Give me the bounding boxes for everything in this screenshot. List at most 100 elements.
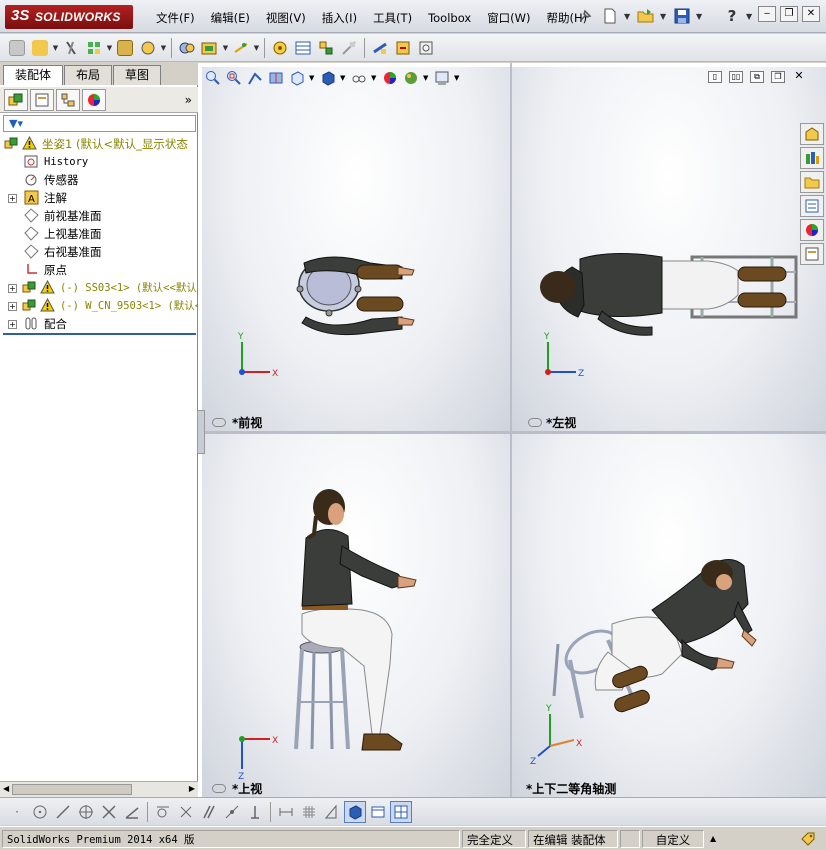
tree-item-origin[interactable]: 原点 xyxy=(0,261,198,279)
mate-icon[interactable] xyxy=(60,37,82,59)
move-component-icon[interactable] xyxy=(137,37,159,59)
custom-properties-icon[interactable] xyxy=(800,243,824,265)
menu-file[interactable]: 文件(F) xyxy=(148,9,203,27)
centerpoint-icon[interactable] xyxy=(75,801,97,823)
configuration-manager-icon[interactable] xyxy=(56,88,80,111)
file-explorer-icon[interactable] xyxy=(800,171,824,193)
tree-item-front-plane[interactable]: 前视基准面 xyxy=(0,207,198,225)
rebuild-tag-icon[interactable] xyxy=(800,831,816,850)
viewport-top[interactable]: Z X *上视 xyxy=(202,434,510,797)
assembly-features-icon[interactable] xyxy=(199,37,221,59)
open-dropdown-icon[interactable]: ▼ xyxy=(660,12,668,21)
exploded-view-icon[interactable] xyxy=(315,37,337,59)
close-icon[interactable]: ✕ xyxy=(802,6,820,22)
bill-of-materials-icon[interactable] xyxy=(292,37,314,59)
filter-icon[interactable]: ▼▾ xyxy=(9,117,23,130)
solidworks-resources-icon[interactable] xyxy=(800,123,824,145)
link-views-icon[interactable] xyxy=(212,784,226,793)
interference-detection-icon[interactable] xyxy=(369,37,391,59)
zoom-to-area-icon[interactable] xyxy=(225,69,243,87)
clearance-verification-icon[interactable] xyxy=(392,37,414,59)
intersection-icon[interactable] xyxy=(98,801,120,823)
feature-manager-icon[interactable] xyxy=(4,88,28,111)
viewport-left[interactable]: Y Z *左视 xyxy=(512,67,826,431)
display-manager-icon[interactable] xyxy=(82,88,106,111)
units-dropdown-icon[interactable]: ▲ xyxy=(706,830,726,848)
angle-icon[interactable] xyxy=(121,801,143,823)
viewport-isometric[interactable]: Y X Z *上下二等角轴测 xyxy=(512,434,826,797)
view-palette-icon[interactable] xyxy=(800,195,824,217)
link-views-icon[interactable] xyxy=(212,418,226,427)
perpendicular-icon[interactable] xyxy=(175,801,197,823)
menu-edit[interactable]: 编辑(E) xyxy=(203,9,258,27)
new-part-icon[interactable] xyxy=(29,37,51,59)
minimize-icon[interactable]: ‒ xyxy=(758,6,776,22)
apply-scene-icon[interactable] xyxy=(402,69,420,87)
panel-collapse-handle[interactable] xyxy=(197,410,205,454)
features-dropdown-icon[interactable]: ▼ xyxy=(222,44,229,52)
circle-icon[interactable] xyxy=(29,801,51,823)
scroll-right-icon[interactable]: ▶ xyxy=(189,784,195,793)
reference-dropdown-icon[interactable]: ▼ xyxy=(253,44,260,52)
pattern-dropdown-icon[interactable]: ▼ xyxy=(106,44,113,52)
help-dropdown-icon[interactable]: ▼ xyxy=(746,12,754,21)
tree-filter[interactable]: ▼▾ xyxy=(3,115,196,132)
display-style-icon[interactable] xyxy=(319,69,337,87)
tree-item-component-ss03[interactable]: + (-) SS03<1> (默认<<默认 xyxy=(0,279,198,297)
new-document-icon[interactable] xyxy=(599,6,621,26)
new-dropdown-icon[interactable]: ▼ xyxy=(624,12,632,21)
scene-dropdown-icon[interactable]: ▼ xyxy=(423,74,430,82)
edit-appearance-icon[interactable] xyxy=(381,69,399,87)
scroll-left-icon[interactable]: ◀ xyxy=(3,784,9,793)
explode-line-sketch-icon[interactable] xyxy=(338,37,360,59)
close-viewport-icon[interactable]: ✕ xyxy=(792,70,806,83)
expand-panel-icon[interactable]: » xyxy=(185,93,192,107)
midpoint-icon[interactable] xyxy=(221,801,243,823)
view-orientation-icon[interactable] xyxy=(288,69,306,87)
hide-show-items-icon[interactable] xyxy=(350,69,368,87)
restore-viewport-icon[interactable]: ❐ xyxy=(771,71,785,83)
solidworks-logo[interactable]: 3S SOLIDWORKS xyxy=(5,5,133,29)
new-part-dropdown-icon[interactable]: ▼ xyxy=(52,44,59,52)
tab-layout[interactable]: 布局 xyxy=(64,65,113,85)
property-manager-icon[interactable] xyxy=(30,88,54,111)
single-view-layout-icon[interactable] xyxy=(367,801,389,823)
viewport-splitter-horizontal[interactable] xyxy=(198,431,826,434)
design-library-icon[interactable] xyxy=(800,147,824,169)
hole-alignment-icon[interactable] xyxy=(415,37,437,59)
insert-component-icon[interactable] xyxy=(6,37,28,59)
expand-toggle[interactable]: + xyxy=(8,302,17,311)
tab-assembly[interactable]: 装配体 xyxy=(3,65,64,85)
menu-toolbox[interactable]: Toolbox xyxy=(420,9,479,27)
view-orientation-dropdown-icon[interactable]: ▼ xyxy=(309,74,316,82)
single-view-icon[interactable]: ▯ xyxy=(708,71,722,83)
status-custom-units[interactable]: 自定义 xyxy=(642,830,704,848)
expand-toggle[interactable]: + xyxy=(8,320,17,329)
save-dropdown-icon[interactable]: ▼ xyxy=(696,12,704,21)
viewport-front[interactable]: Y X *前视 xyxy=(202,67,510,431)
two-view-icon[interactable]: ▯▯ xyxy=(729,71,743,83)
tangent-icon[interactable] xyxy=(152,801,174,823)
pin-icon[interactable] xyxy=(574,6,596,26)
appearances-icon[interactable] xyxy=(800,219,824,241)
new-motion-study-icon[interactable] xyxy=(269,37,291,59)
scroll-thumb[interactable] xyxy=(12,784,132,795)
help-icon[interactable]: ? xyxy=(721,6,743,26)
previous-view-icon[interactable] xyxy=(246,69,264,87)
menu-window[interactable]: 窗口(W) xyxy=(479,9,538,27)
tree-item-top-plane[interactable]: 上视基准面 xyxy=(0,225,198,243)
tree-item-mates[interactable]: + 配合 xyxy=(0,315,198,333)
dimension-icon[interactable] xyxy=(275,801,297,823)
tab-sketch[interactable]: 草图 xyxy=(113,65,162,85)
shaded-display-icon[interactable] xyxy=(344,800,366,823)
line-icon[interactable] xyxy=(52,801,74,823)
expand-toggle[interactable]: + xyxy=(8,194,17,203)
view-settings-dropdown-icon[interactable]: ▼ xyxy=(454,74,461,82)
link-views-icon[interactable] xyxy=(528,418,542,427)
restore-icon[interactable]: ❐ xyxy=(780,6,798,22)
tree-item-history[interactable]: History xyxy=(0,153,198,171)
tree-item-component-w-cn-9503[interactable]: + (-) W_CN_9503<1> (默认< xyxy=(0,297,198,315)
horizontal-scrollbar[interactable]: ◀ ▶ xyxy=(0,781,198,797)
viewport-splitter-vertical[interactable] xyxy=(510,63,512,797)
point-icon[interactable]: · xyxy=(6,801,28,823)
